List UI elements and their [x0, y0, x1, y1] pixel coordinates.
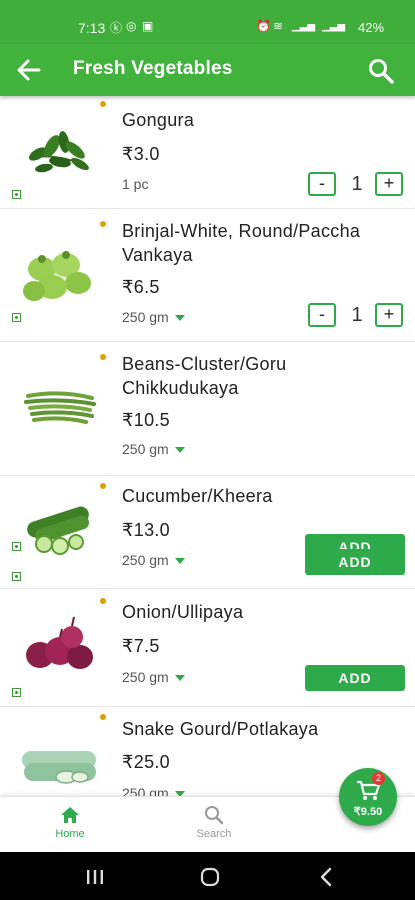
beans-image: [24, 391, 96, 424]
veg-indicator-icon: [12, 313, 21, 322]
chevron-down-icon: [174, 315, 185, 322]
chevron-down-icon: [174, 675, 185, 682]
recent-apps-icon: [87, 870, 103, 884]
product-name: Brinjal-White, Round/Paccha Vankaya: [122, 221, 361, 265]
product-price: ₹7.5: [122, 636, 160, 656]
cart-button[interactable]: 2 ₹9.50: [339, 768, 397, 826]
product-unit: 250 gm: [122, 309, 169, 325]
product-card: Beans-Cluster/Goru Chikkudukaya ₹10.5 25…: [0, 342, 415, 560]
product-unit: 250 gm: [122, 785, 169, 796]
add-button[interactable]: ADD: [305, 549, 405, 575]
home-icon: [61, 807, 79, 823]
nav-home[interactable]: Home: [30, 805, 110, 840]
veg-indicator-icon: [12, 572, 21, 581]
bullet-dot: [100, 714, 106, 720]
gallery-icon: ▣: [142, 19, 154, 33]
product-name: Gongura: [122, 110, 195, 130]
unit-selector[interactable]: 250 gm: [122, 309, 185, 325]
product-unit: 1 pc: [122, 176, 149, 192]
add-button[interactable]: ADD: [305, 665, 405, 691]
system-navigation-bar: [0, 852, 415, 900]
search-icon: [205, 806, 224, 825]
snake-gourd-image: [22, 751, 96, 784]
product-price: ₹3.0: [122, 144, 160, 164]
decrease-button[interactable]: -: [308, 172, 336, 196]
product-name: Snake Gourd/Potlakaya: [122, 719, 319, 739]
veg-indicator-icon: [12, 190, 21, 199]
product-card: Gongura ₹3.0 1 pc - 1 +: [0, 96, 415, 209]
app-bar: Fresh Vegetables: [0, 44, 415, 96]
bullet-dot: [100, 354, 106, 360]
onion-image: [26, 616, 93, 669]
nav-search-label: Search: [196, 828, 232, 840]
recent-apps-button[interactable]: [80, 866, 110, 888]
product-name: Onion/Ullipaya: [122, 602, 244, 622]
quantity-stepper: - 1 +: [308, 303, 408, 329]
home-system-button[interactable]: [195, 866, 225, 888]
wifi-icon: ≋: [273, 19, 284, 33]
unit-selector[interactable]: 250 gm: [122, 785, 185, 796]
signal-icon: ▁▃▅: [292, 21, 316, 32]
product-unit: 250 gm: [122, 441, 169, 457]
brinjal-image: [23, 251, 91, 301]
signal-2-icon: ▁▃▅: [322, 21, 346, 32]
back-system-button[interactable]: [312, 866, 342, 888]
product-price: ₹25.0: [122, 752, 170, 772]
gongura-image: [28, 131, 89, 173]
increase-button[interactable]: +: [375, 303, 403, 327]
unit-selector[interactable]: 250 gm: [122, 552, 185, 568]
veg-indicator-icon: [12, 688, 21, 697]
product-card: Onion/Ullipaya ₹7.5 250 gm ADD: [0, 589, 415, 707]
product-card: Cucumber/Kheera ₹13.0 250 gm ADD: [0, 476, 415, 589]
product-price: ₹6.5: [122, 277, 160, 297]
increase-button[interactable]: +: [375, 172, 403, 196]
bullet-dot: [100, 221, 106, 227]
chevron-down-icon: [174, 447, 185, 454]
search-button[interactable]: [366, 56, 396, 86]
home-circle-icon: [200, 867, 220, 887]
product-price: ₹13.0: [122, 520, 170, 540]
unit-selector[interactable]: 250 gm: [122, 441, 185, 457]
arrow-back-icon: [17, 59, 41, 81]
whatsapp-icon: ◎: [126, 19, 137, 33]
cart-count-badge: 2: [372, 772, 385, 785]
battery-level: 42%: [358, 20, 385, 35]
back-chevron-icon: [320, 867, 332, 887]
quantity-value: 1: [351, 304, 363, 326]
product-unit: 250 gm: [122, 669, 169, 685]
product-unit: 250 gm: [122, 552, 169, 568]
status-bar: 7:13 ⓚ ◎ ▣ ⏰ ≋ ▁▃▅ ▁▃▅ 42%: [0, 0, 415, 44]
product-card: Brinjal-White, Round/Paccha Vankaya ₹6.5…: [0, 209, 415, 342]
page-title: Fresh Vegetables: [73, 58, 233, 79]
quantity-stepper: - 1 +: [308, 172, 408, 198]
product-name: Beans-Cluster/Goru Chikkudukaya: [122, 354, 287, 398]
nfc-icon: ⓚ: [110, 21, 123, 35]
bullet-dot: [100, 598, 106, 604]
product-price: ₹10.5: [122, 410, 170, 430]
product-list[interactable]: Gongura ₹3.0 1 pc - 1 + Brinjal-White, R…: [0, 96, 415, 796]
alarm-icon: ⏰: [256, 19, 271, 33]
search-icon: [369, 59, 394, 84]
nav-search[interactable]: Search: [174, 805, 254, 840]
bullet-dot: [100, 101, 106, 107]
decrease-button[interactable]: -: [308, 303, 336, 327]
back-button[interactable]: [14, 56, 44, 84]
cucumber-image: [27, 506, 89, 555]
unit-selector[interactable]: 250 gm: [122, 669, 185, 685]
product-name: Cucumber/Kheera: [122, 486, 273, 506]
quantity-value: 1: [351, 173, 363, 195]
bullet-dot: [100, 483, 106, 489]
status-time: 7:13: [78, 20, 106, 36]
cart-total: ₹9.50: [353, 806, 383, 818]
chevron-down-icon: [174, 558, 185, 565]
nav-home-label: Home: [55, 828, 85, 840]
